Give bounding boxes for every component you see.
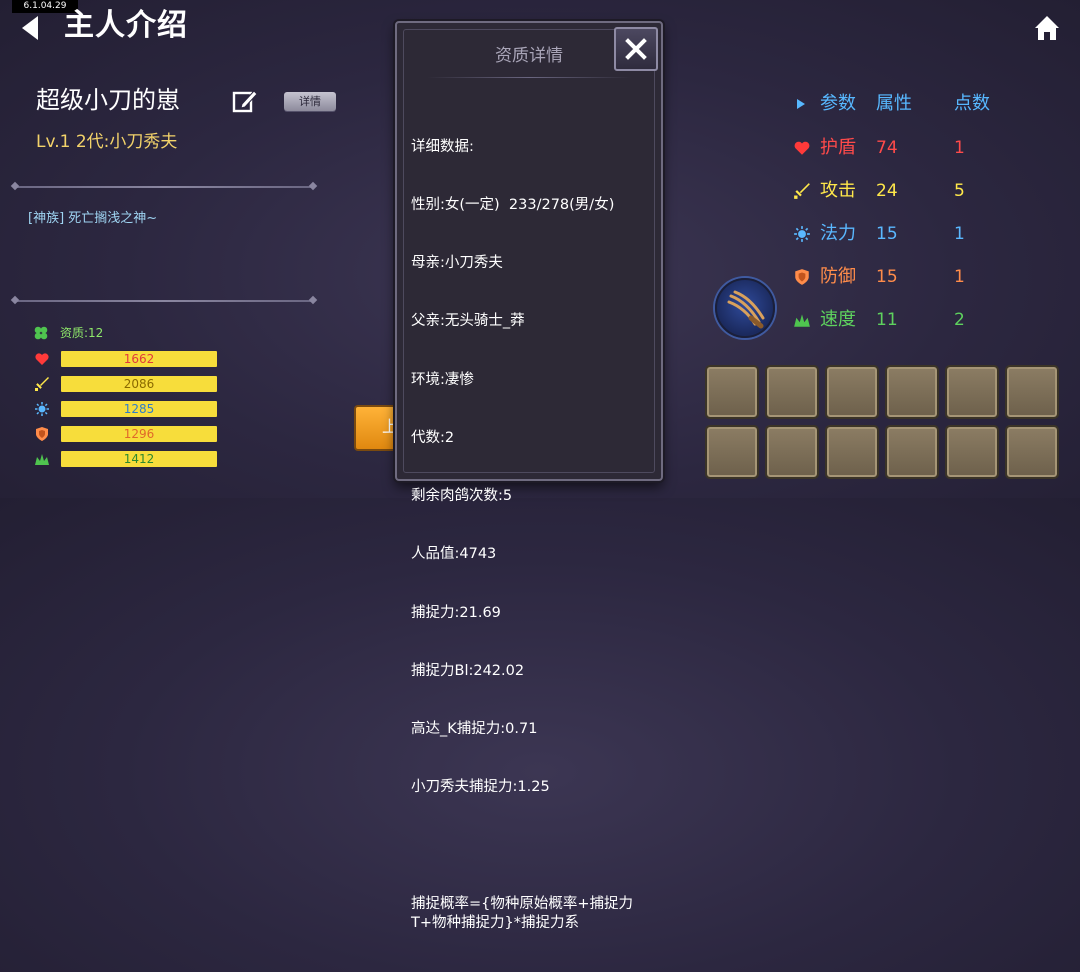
- modal-title-divider: [427, 77, 631, 78]
- param-points-shield: 1: [954, 138, 965, 158]
- detail-line: 母亲:小刀秀夫: [411, 255, 503, 272]
- tribe-title: [神族] 死亡搁浅之神~: [28, 211, 158, 226]
- divider-top: [14, 186, 314, 188]
- claw-skill-icon: [727, 290, 765, 329]
- edit-name-button[interactable]: [232, 88, 258, 114]
- sword-icon: [35, 377, 49, 391]
- stat-bar-value: 1296: [123, 427, 155, 441]
- detail-line: 性别:女(一定) 233/278(男/女): [411, 197, 615, 214]
- inventory-slot[interactable]: [885, 425, 939, 479]
- clover-icon: [34, 326, 48, 340]
- param-name-defense: 防御: [820, 266, 856, 287]
- sword-icon: [794, 183, 810, 199]
- param-arrow-icon: [797, 99, 805, 109]
- header-points: 点数: [954, 93, 990, 114]
- detail-button[interactable]: 详情: [284, 92, 336, 111]
- speed-icon: [794, 314, 810, 327]
- param-points-speed: 2: [954, 310, 965, 330]
- param-attr-defense: 15: [876, 267, 898, 287]
- stat-bar-value: 2086: [123, 377, 155, 391]
- modal-detail-text: 详细数据: 性别:女(一定) 233/278(男/女) 母亲:小刀秀夫 父亲:无…: [411, 99, 651, 972]
- go-button[interactable]: 上: [354, 405, 400, 451]
- page-title: 主人介绍: [64, 8, 188, 43]
- skill-orb-button[interactable]: [715, 278, 775, 338]
- heart-icon: [35, 353, 49, 365]
- detail-line: 父亲:无头骑士_莽: [411, 313, 525, 330]
- param-attr-shield: 74: [876, 138, 898, 158]
- inventory-slot[interactable]: [825, 365, 879, 419]
- param-name-attack: 攻击: [820, 180, 856, 201]
- magic-icon: [35, 402, 49, 416]
- home-button[interactable]: [1033, 14, 1061, 42]
- detail-line: 剩余肉鸽次数:5: [411, 488, 513, 505]
- inventory-slot[interactable]: [825, 425, 879, 479]
- stat-bar-hp: 1662: [34, 351, 220, 367]
- back-button[interactable]: [18, 14, 44, 42]
- param-attr-attack: 24: [876, 181, 898, 201]
- param-points-defense: 1: [954, 267, 965, 287]
- inventory-slot[interactable]: [945, 425, 999, 479]
- header-attr: 属性: [876, 93, 912, 114]
- divider-bottom: [14, 300, 314, 302]
- inventory-slot[interactable]: [1005, 365, 1059, 419]
- param-name-magic: 法力: [820, 223, 856, 244]
- stat-bar-value: 1662: [123, 352, 155, 366]
- aptitude-label: 资质:12: [60, 326, 104, 340]
- close-icon: [625, 38, 647, 60]
- param-name-shield: 护盾: [820, 137, 856, 158]
- stat-bar-magic: 1285: [34, 401, 220, 417]
- edit-icon: [232, 90, 258, 113]
- stat-bar-value: 1412: [123, 452, 155, 466]
- character-name: 超级小刀的崽: [36, 86, 180, 114]
- heart-icon: [794, 141, 810, 155]
- header-param: 参数: [820, 93, 856, 114]
- detail-line: 环境:凄惨: [411, 371, 474, 388]
- level-generation: Lv.1 2代:小刀秀夫: [36, 132, 178, 152]
- detail-line: 代数:2: [411, 429, 455, 446]
- detail-line: 详细数据:: [411, 138, 474, 155]
- stat-bar-speed: 1412: [34, 451, 220, 467]
- inventory-slot[interactable]: [945, 365, 999, 419]
- inventory-slot[interactable]: [765, 425, 819, 479]
- speed-icon: [35, 454, 49, 465]
- detail-line: 人品值:4743: [411, 546, 497, 563]
- inventory-slot[interactable]: [885, 365, 939, 419]
- param-points-magic: 1: [954, 224, 965, 244]
- inventory-slot[interactable]: [1005, 425, 1059, 479]
- inventory-slot[interactable]: [705, 425, 759, 479]
- shield-icon: [795, 269, 809, 285]
- detail-line: 捕捉力Bl:242.02: [411, 662, 525, 679]
- detail-line: 高达_K捕捉力:0.71: [411, 721, 538, 737]
- param-name-speed: 速度: [820, 309, 856, 330]
- param-points-attack: 5: [954, 181, 965, 201]
- inventory-slot[interactable]: [765, 365, 819, 419]
- aptitude-detail-modal: 资质详情 详细数据: 性别:女(一定) 233/278(男/女) 母亲:小刀秀夫…: [395, 21, 663, 931]
- magic-icon: [794, 226, 810, 242]
- shield-icon: [36, 427, 48, 441]
- close-button[interactable]: [614, 27, 658, 71]
- stat-bar-attack: 2086: [34, 376, 220, 392]
- detail-line: 小刀秀夫捕捉力:1.25: [411, 779, 550, 796]
- detail-formula: 捕捉概率={物种原始概率+捕捉力T+物种捕捉力}*捕捉力系: [411, 895, 634, 932]
- detail-line: 捕捉力:21.69: [411, 604, 501, 621]
- param-attr-magic: 15: [876, 224, 898, 244]
- stat-bar-defense: 1296: [34, 426, 220, 442]
- detail-line: [411, 836, 651, 855]
- stat-bar-value: 1285: [123, 402, 155, 416]
- home-icon: [1035, 16, 1059, 40]
- param-attr-speed: 11: [876, 310, 898, 330]
- back-arrow-icon: [22, 16, 38, 40]
- inventory-slot[interactable]: [705, 365, 759, 419]
